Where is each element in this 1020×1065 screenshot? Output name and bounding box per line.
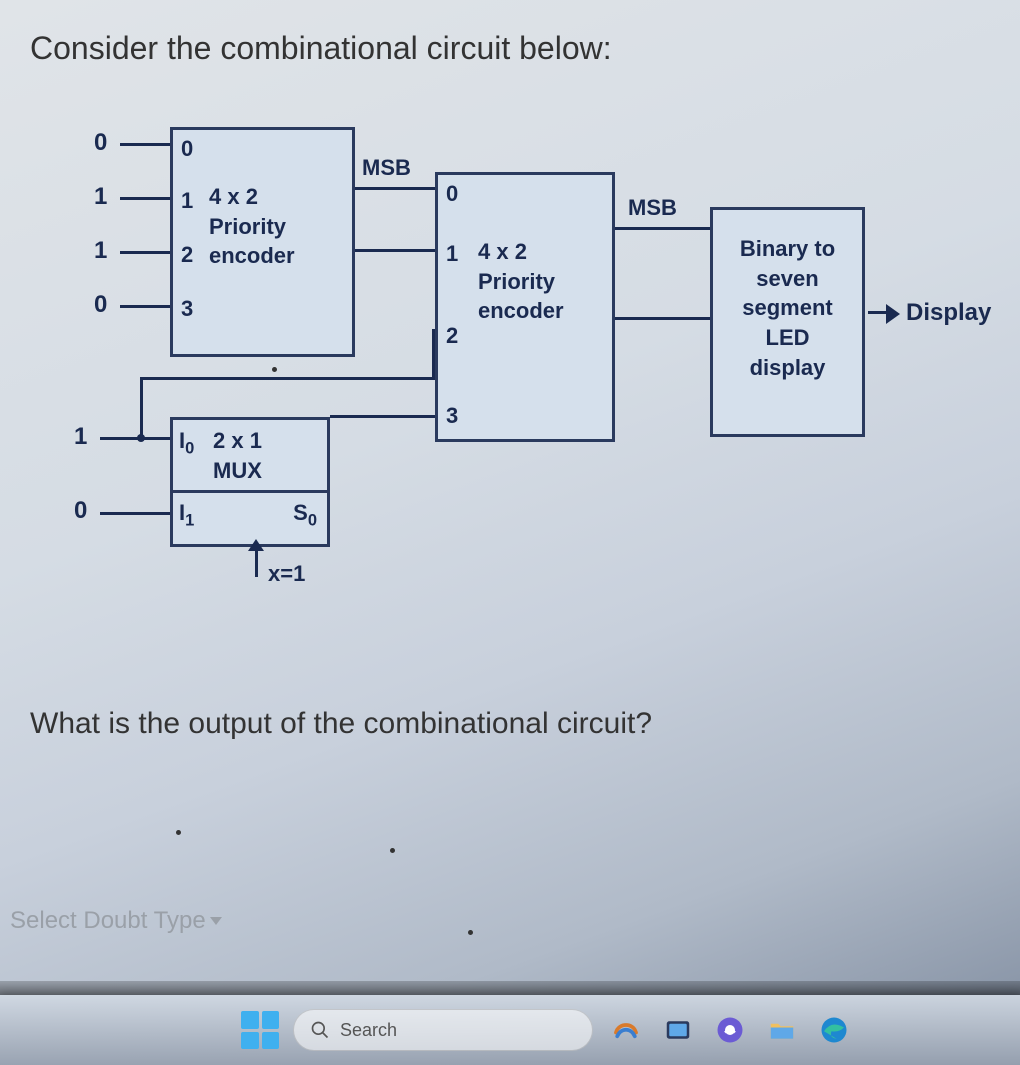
enc1-port-2: 2	[181, 242, 193, 268]
sevenseg-title: Binary to seven segment LED display	[721, 234, 854, 382]
taskbar-edge-icon[interactable]	[815, 1011, 853, 1049]
enc2-port-1: 1	[446, 241, 458, 267]
mux-i0-label: I0	[179, 428, 194, 458]
mux-s0-label: S0	[293, 500, 317, 530]
question-prompt: What is the output of the combinational …	[0, 707, 1020, 741]
mux-select-value: x=1	[268, 561, 305, 587]
mux-title: 2 x 1 MUX	[213, 426, 262, 485]
taskbar-chat-icon[interactable]	[711, 1011, 749, 1049]
enc1-in-0: 0	[94, 129, 107, 157]
doubt-type-label: Select Doubt Type	[10, 907, 206, 935]
taskbar-copilot-icon[interactable]	[607, 1011, 645, 1049]
chevron-down-icon	[210, 917, 222, 925]
priority-encoder-2: 0 1 2 3 4 x 2 Priority encoder	[435, 172, 615, 442]
seven-segment-block: Binary to seven segment LED display	[710, 207, 865, 437]
enc1-port-3: 3	[181, 296, 193, 322]
start-button[interactable]	[241, 1011, 279, 1049]
taskbar-file-explorer-icon[interactable]	[763, 1011, 801, 1049]
enc1-in-2: 1	[94, 237, 107, 265]
enc2-title: 4 x 2 Priority encoder	[478, 237, 564, 326]
circuit-diagram: 0 1 2 3 4 x 2 Priority encoder 0 1 1 0 M…	[60, 107, 1000, 687]
taskbar-gallery-icon[interactable]	[659, 1011, 697, 1049]
mux-i1-label: I1	[179, 500, 194, 530]
mux-2x1: I0 2 x 1 MUX I1 S0	[170, 417, 330, 547]
mux-in-i1: 0	[74, 497, 87, 525]
display-output-label: Display	[906, 299, 991, 327]
question-title: Consider the combinational circuit below…	[30, 30, 990, 67]
priority-encoder-1: 0 1 2 3 4 x 2 Priority encoder	[170, 127, 355, 357]
enc2-msb-label: MSB	[628, 195, 677, 221]
enc1-msb-label: MSB	[362, 155, 411, 181]
windows-taskbar: Search	[0, 995, 1020, 1065]
search-placeholder: Search	[340, 1020, 397, 1041]
enc1-title: 4 x 2 Priority encoder	[209, 182, 295, 271]
enc1-port-1: 1	[181, 188, 193, 214]
enc2-port-2: 2	[446, 323, 458, 349]
enc1-port-0: 0	[181, 136, 193, 162]
enc2-port-0: 0	[446, 181, 458, 207]
doubt-type-selector[interactable]: Select Doubt Type	[10, 907, 222, 935]
search-icon	[310, 1020, 330, 1040]
mux-in-i0: 1	[74, 423, 87, 451]
taskbar-search[interactable]: Search	[293, 1009, 593, 1051]
enc1-in-1: 1	[94, 183, 107, 211]
enc1-in-3: 0	[94, 291, 107, 319]
enc2-port-3: 3	[446, 403, 458, 429]
